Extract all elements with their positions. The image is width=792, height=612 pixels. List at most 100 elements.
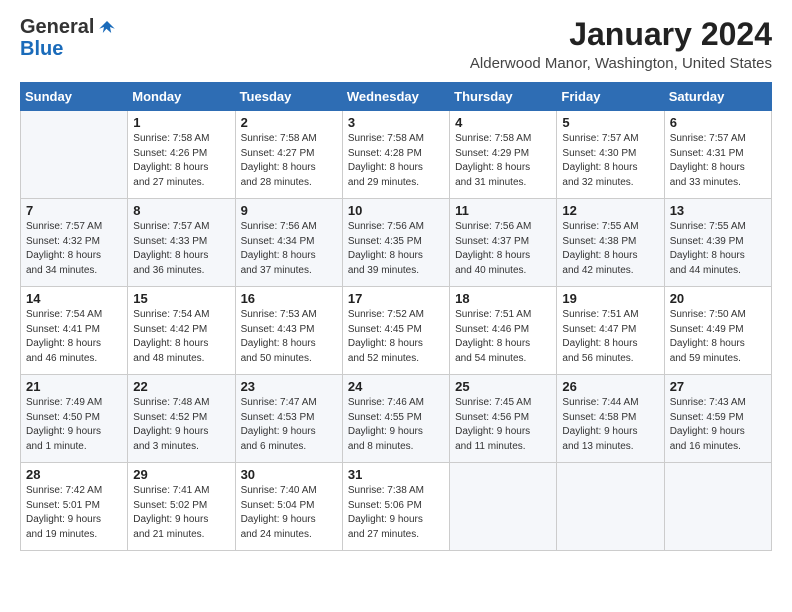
title-area: January 2024 Alderwood Manor, Washington…	[470, 16, 772, 72]
calendar-table: SundayMondayTuesdayWednesdayThursdayFrid…	[20, 82, 772, 551]
day-number: 6	[670, 115, 766, 130]
header-thursday: Thursday	[450, 83, 557, 111]
calendar-cell	[450, 463, 557, 551]
calendar-cell: 13 Sunrise: 7:55 AM Sunset: 4:39 PM Dayli…	[664, 199, 771, 287]
calendar-cell: 8 Sunrise: 7:57 AM Sunset: 4:33 PM Daylig…	[128, 199, 235, 287]
calendar-week-row: 21 Sunrise: 7:49 AM Sunset: 4:50 PM Dayli…	[21, 375, 772, 463]
day-number: 2	[241, 115, 337, 130]
header-monday: Monday	[128, 83, 235, 111]
day-info: Sunrise: 7:47 AM Sunset: 4:53 PM Dayligh…	[241, 396, 337, 454]
calendar-cell: 16 Sunrise: 7:53 AM Sunset: 4:43 PM Dayli…	[235, 287, 342, 375]
day-info: Sunrise: 7:58 AM Sunset: 4:27 PM Dayligh…	[241, 132, 337, 190]
calendar-cell: 28 Sunrise: 7:42 AM Sunset: 5:01 PM Dayli…	[21, 463, 128, 551]
header: General Blue January 2024 Alderwood Mano…	[20, 16, 772, 72]
day-number: 1	[133, 115, 229, 130]
day-number: 9	[241, 203, 337, 218]
day-number: 22	[133, 379, 229, 394]
day-info: Sunrise: 7:40 AM Sunset: 5:04 PM Dayligh…	[241, 484, 337, 542]
day-info: Sunrise: 7:43 AM Sunset: 4:59 PM Dayligh…	[670, 396, 766, 454]
day-number: 29	[133, 467, 229, 482]
day-info: Sunrise: 7:57 AM Sunset: 4:30 PM Dayligh…	[562, 132, 658, 190]
day-number: 15	[133, 291, 229, 306]
calendar-week-row: 1 Sunrise: 7:58 AM Sunset: 4:26 PM Daylig…	[21, 111, 772, 199]
calendar-cell: 5 Sunrise: 7:57 AM Sunset: 4:30 PM Daylig…	[557, 111, 664, 199]
day-info: Sunrise: 7:50 AM Sunset: 4:49 PM Dayligh…	[670, 308, 766, 366]
day-info: Sunrise: 7:38 AM Sunset: 5:06 PM Dayligh…	[348, 484, 444, 542]
calendar-cell: 4 Sunrise: 7:58 AM Sunset: 4:29 PM Daylig…	[450, 111, 557, 199]
day-number: 27	[670, 379, 766, 394]
day-number: 13	[670, 203, 766, 218]
day-number: 10	[348, 203, 444, 218]
day-info: Sunrise: 7:57 AM Sunset: 4:31 PM Dayligh…	[670, 132, 766, 190]
calendar-cell: 24 Sunrise: 7:46 AM Sunset: 4:55 PM Dayli…	[342, 375, 449, 463]
day-info: Sunrise: 7:44 AM Sunset: 4:58 PM Dayligh…	[562, 396, 658, 454]
calendar-header-row: SundayMondayTuesdayWednesdayThursdayFrid…	[21, 83, 772, 111]
calendar-cell: 1 Sunrise: 7:58 AM Sunset: 4:26 PM Daylig…	[128, 111, 235, 199]
calendar-cell: 12Sunrise: 7:55 AM Sunset: 4:38 PM Dayli…	[557, 199, 664, 287]
day-info: Sunrise: 7:56 AM Sunset: 4:37 PM Dayligh…	[455, 220, 551, 278]
day-info: Sunrise: 7:55 AM Sunset: 4:39 PM Dayligh…	[670, 220, 766, 278]
day-info: Sunrise: 7:54 AM Sunset: 4:41 PM Dayligh…	[26, 308, 122, 366]
day-info: Sunrise: 7:58 AM Sunset: 4:26 PM Dayligh…	[133, 132, 229, 190]
calendar-cell	[557, 463, 664, 551]
calendar-cell: 7Sunrise: 7:57 AM Sunset: 4:32 PM Daylig…	[21, 199, 128, 287]
day-number: 4	[455, 115, 551, 130]
day-info: Sunrise: 7:45 AM Sunset: 4:56 PM Dayligh…	[455, 396, 551, 454]
logo: General Blue	[20, 16, 116, 60]
day-number: 16	[241, 291, 337, 306]
day-number: 26	[562, 379, 658, 394]
calendar-cell: 19 Sunrise: 7:51 AM Sunset: 4:47 PM Dayli…	[557, 287, 664, 375]
day-number: 31	[348, 467, 444, 482]
day-info: Sunrise: 7:58 AM Sunset: 4:28 PM Dayligh…	[348, 132, 444, 190]
logo-general-text: General	[20, 16, 94, 38]
calendar-cell: 21 Sunrise: 7:49 AM Sunset: 4:50 PM Dayli…	[21, 375, 128, 463]
calendar-cell: 15 Sunrise: 7:54 AM Sunset: 4:42 PM Dayli…	[128, 287, 235, 375]
month-title: January 2024	[470, 16, 772, 53]
day-number: 23	[241, 379, 337, 394]
day-number: 12	[562, 203, 658, 218]
calendar-cell: 17 Sunrise: 7:52 AM Sunset: 4:45 PM Dayli…	[342, 287, 449, 375]
calendar-cell: 14Sunrise: 7:54 AM Sunset: 4:41 PM Dayli…	[21, 287, 128, 375]
day-info: Sunrise: 7:46 AM Sunset: 4:55 PM Dayligh…	[348, 396, 444, 454]
day-info: Sunrise: 7:49 AM Sunset: 4:50 PM Dayligh…	[26, 396, 122, 454]
calendar-cell: 25Sunrise: 7:45 AM Sunset: 4:56 PM Dayli…	[450, 375, 557, 463]
day-number: 28	[26, 467, 122, 482]
day-number: 24	[348, 379, 444, 394]
calendar-week-row: 28 Sunrise: 7:42 AM Sunset: 5:01 PM Dayli…	[21, 463, 772, 551]
calendar-cell: 6 Sunrise: 7:57 AM Sunset: 4:31 PM Daylig…	[664, 111, 771, 199]
location-title: Alderwood Manor, Washington, United Stat…	[470, 55, 772, 72]
day-number: 21	[26, 379, 122, 394]
day-number: 20	[670, 291, 766, 306]
day-info: Sunrise: 7:42 AM Sunset: 5:01 PM Dayligh…	[26, 484, 122, 542]
calendar-cell: 29Sunrise: 7:41 AM Sunset: 5:02 PM Dayli…	[128, 463, 235, 551]
day-number: 3	[348, 115, 444, 130]
day-info: Sunrise: 7:56 AM Sunset: 4:35 PM Dayligh…	[348, 220, 444, 278]
calendar-cell: 27 Sunrise: 7:43 AM Sunset: 4:59 PM Dayli…	[664, 375, 771, 463]
day-info: Sunrise: 7:56 AM Sunset: 4:34 PM Dayligh…	[241, 220, 337, 278]
calendar-cell	[21, 111, 128, 199]
day-number: 5	[562, 115, 658, 130]
calendar-week-row: 14Sunrise: 7:54 AM Sunset: 4:41 PM Dayli…	[21, 287, 772, 375]
day-info: Sunrise: 7:54 AM Sunset: 4:42 PM Dayligh…	[133, 308, 229, 366]
calendar-cell: 18Sunrise: 7:51 AM Sunset: 4:46 PM Dayli…	[450, 287, 557, 375]
calendar-week-row: 7Sunrise: 7:57 AM Sunset: 4:32 PM Daylig…	[21, 199, 772, 287]
header-friday: Friday	[557, 83, 664, 111]
day-info: Sunrise: 7:53 AM Sunset: 4:43 PM Dayligh…	[241, 308, 337, 366]
calendar-cell: 2 Sunrise: 7:58 AM Sunset: 4:27 PM Daylig…	[235, 111, 342, 199]
header-saturday: Saturday	[664, 83, 771, 111]
day-info: Sunrise: 7:58 AM Sunset: 4:29 PM Dayligh…	[455, 132, 551, 190]
day-info: Sunrise: 7:57 AM Sunset: 4:32 PM Dayligh…	[26, 220, 122, 278]
day-info: Sunrise: 7:57 AM Sunset: 4:33 PM Dayligh…	[133, 220, 229, 278]
day-info: Sunrise: 7:51 AM Sunset: 4:47 PM Dayligh…	[562, 308, 658, 366]
day-number: 11	[455, 203, 551, 218]
day-number: 8	[133, 203, 229, 218]
calendar-cell	[664, 463, 771, 551]
calendar-cell: 9 Sunrise: 7:56 AM Sunset: 4:34 PM Daylig…	[235, 199, 342, 287]
calendar-cell: 31 Sunrise: 7:38 AM Sunset: 5:06 PM Dayli…	[342, 463, 449, 551]
day-number: 17	[348, 291, 444, 306]
day-info: Sunrise: 7:52 AM Sunset: 4:45 PM Dayligh…	[348, 308, 444, 366]
day-info: Sunrise: 7:48 AM Sunset: 4:52 PM Dayligh…	[133, 396, 229, 454]
logo-bird-icon	[98, 18, 116, 36]
calendar-cell: 22 Sunrise: 7:48 AM Sunset: 4:52 PM Dayli…	[128, 375, 235, 463]
day-number: 19	[562, 291, 658, 306]
